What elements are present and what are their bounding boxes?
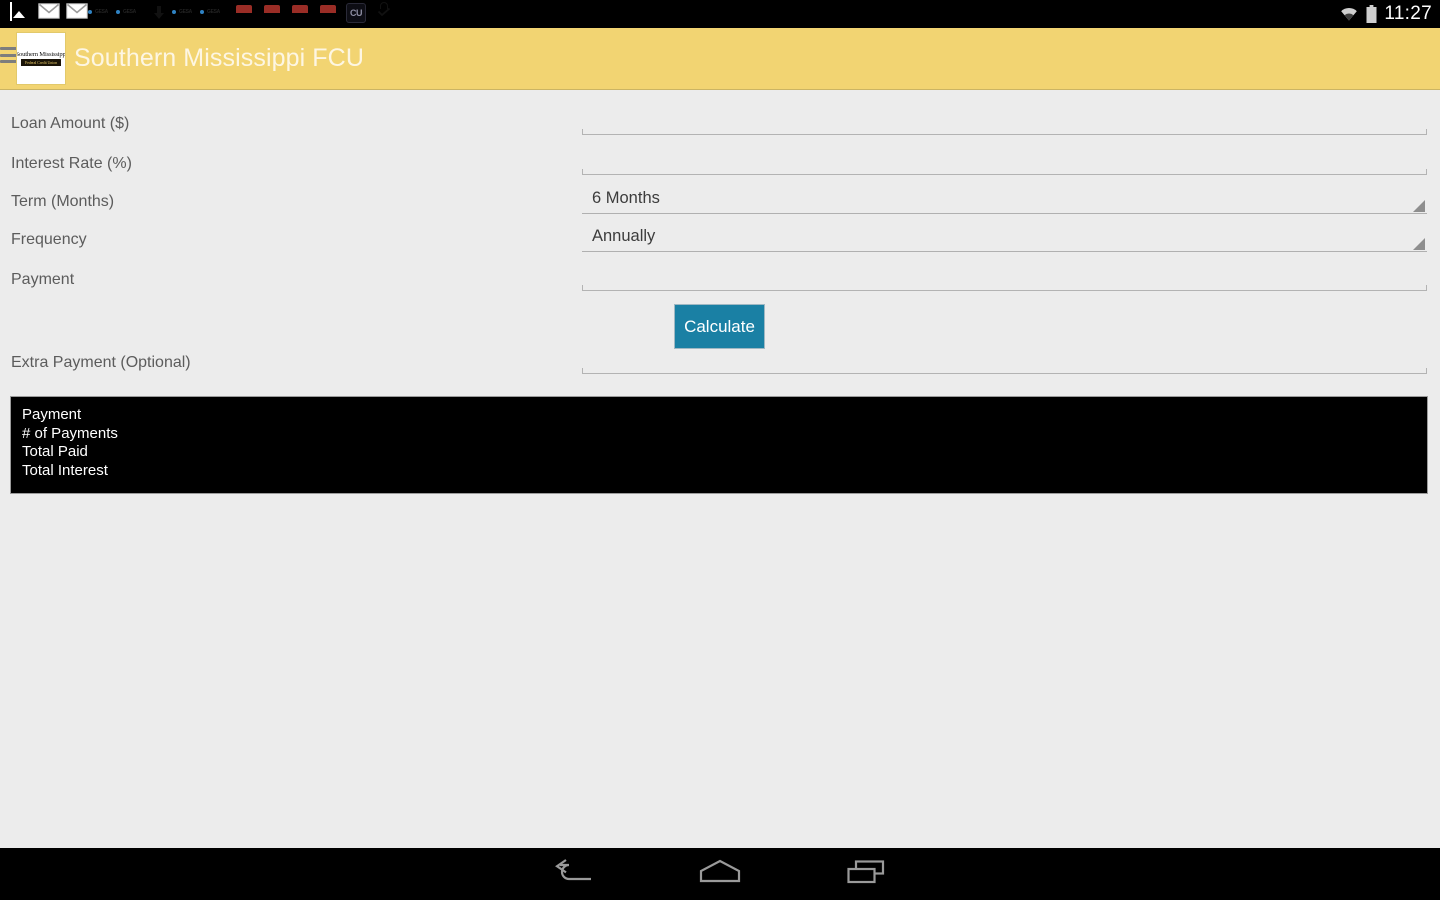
label-loan-amount: Loan Amount ($) <box>11 115 130 132</box>
label-interest-rate: Interest Rate (%) <box>11 155 132 172</box>
heartland-app-icon <box>234 3 256 25</box>
result-line-payment: Payment <box>22 406 82 423</box>
heartland-app-icon <box>318 3 340 25</box>
result-line-total-paid: Total Paid <box>22 443 88 460</box>
photo-icon <box>10 2 32 25</box>
status-right-cluster: 11:27 <box>1339 0 1432 28</box>
label-extra-payment: Extra Payment (Optional) <box>11 354 191 371</box>
logo-top-text: Southern Mississippi <box>16 51 66 58</box>
email-icon <box>66 3 88 25</box>
back-icon <box>553 858 595 890</box>
heartland-app-icon <box>262 3 284 25</box>
app-action-bar: Southern Mississippi Federal Credit Unio… <box>0 28 1440 90</box>
home-button[interactable] <box>660 848 780 900</box>
recent-apps-button[interactable] <box>806 848 926 900</box>
field-loan-amount[interactable] <box>582 105 1427 135</box>
calculate-button[interactable]: Calculate <box>674 304 765 349</box>
term-months-value: 6 Months <box>592 189 660 207</box>
field-payment[interactable] <box>582 261 1427 291</box>
field-interest-rate[interactable] <box>582 145 1427 175</box>
status-bar: GESA GESA GESA GESA <box>0 0 1440 28</box>
spinner-dropdown-icon <box>1413 200 1425 212</box>
notification-icons: GESA GESA GESA GESA <box>0 2 396 25</box>
interest-rate-input[interactable] <box>591 152 1391 170</box>
cu-app-icon: CU <box>346 3 368 25</box>
checkmark-bag-icon <box>374 2 396 25</box>
gesa-app-icon: GESA <box>200 3 228 25</box>
back-button[interactable] <box>514 848 634 900</box>
android-screen: GESA GESA GESA GESA <box>0 0 1440 900</box>
gesa-app-icon: GESA <box>116 3 144 25</box>
result-line-total-interest: Total Interest <box>22 461 108 479</box>
label-frequency: Frequency <box>11 231 87 248</box>
gesa-app-icon: GESA <box>172 3 200 25</box>
app-logo: Southern Mississippi Federal Credit Unio… <box>16 32 66 85</box>
result-line-num-payments: # of Payments <box>22 424 118 442</box>
loan-amount-input[interactable] <box>591 112 1391 130</box>
logo-bar-text: Federal Credit Union <box>25 60 57 65</box>
form-row-payment: Payment <box>0 268 1440 307</box>
label-term-months: Term (Months) <box>11 193 115 210</box>
android-navigation-bar <box>0 848 1440 900</box>
wifi-icon <box>1339 6 1359 22</box>
extra-payment-input[interactable] <box>591 351 1391 369</box>
label-payment: Payment <box>11 271 75 288</box>
download-icon <box>150 3 172 25</box>
form-row-extra-payment: Extra Payment (Optional) <box>0 351 1440 390</box>
logo-bar: Federal Credit Union <box>21 59 61 66</box>
spinner-dropdown-icon <box>1413 238 1425 250</box>
frequency-spinner[interactable]: Annually <box>582 220 1427 252</box>
recent-apps-icon <box>846 859 886 890</box>
term-months-spinner[interactable]: 6 Months <box>582 182 1427 214</box>
battery-icon <box>1366 5 1377 23</box>
gesa-app-icon: GESA <box>88 3 116 25</box>
payment-input[interactable] <box>591 268 1391 286</box>
frequency-value: Annually <box>592 227 656 245</box>
email-icon <box>38 3 60 25</box>
results-panel: Payment # of Payments Total Paid Total I… <box>10 396 1428 494</box>
heartland-app-icon <box>290 3 312 25</box>
home-icon <box>698 859 742 890</box>
status-clock: 11:27 <box>1384 3 1432 24</box>
app-title: Southern Mississippi FCU <box>74 44 364 72</box>
